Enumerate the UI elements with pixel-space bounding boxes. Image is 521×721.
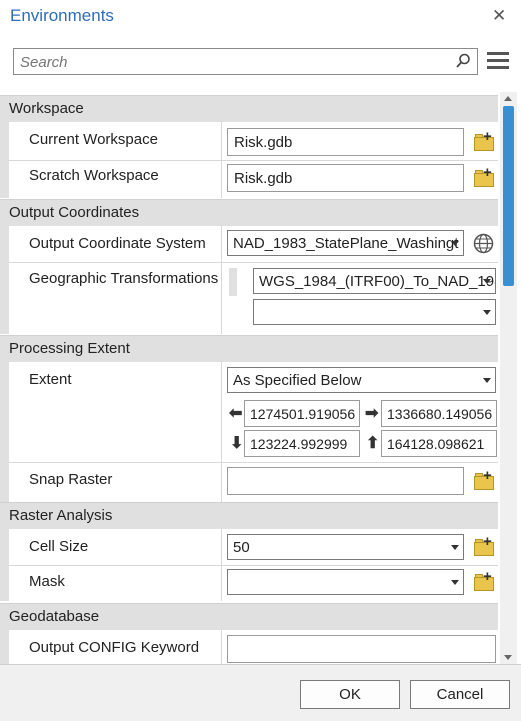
scroll-down-icon[interactable]	[504, 655, 512, 660]
chevron-down-icon	[451, 545, 459, 550]
output-config-keyword-field[interactable]	[227, 635, 496, 663]
chevron-down-icon	[451, 580, 459, 585]
section-title: Raster Analysis	[9, 507, 113, 524]
chevron-down-icon	[451, 241, 459, 246]
extent-top-field[interactable]: 164128.098621	[381, 430, 497, 457]
chevron-down-icon	[483, 279, 491, 284]
menu-icon[interactable]	[487, 52, 509, 72]
section-output-coordinates[interactable]: Output Coordinates	[0, 199, 498, 226]
section-geodatabase[interactable]: Geodatabase	[0, 603, 498, 630]
arrow-right-icon: ➡	[365, 405, 379, 422]
mask-label: Mask	[29, 573, 65, 590]
search-input[interactable]	[20, 52, 450, 72]
scrollbar-thumb[interactable]	[503, 106, 514, 286]
section-title: Geodatabase	[9, 608, 100, 625]
extent-label: Extent	[29, 371, 72, 388]
chevron-down-icon	[483, 310, 491, 315]
section-title: Processing Extent	[9, 340, 130, 357]
search-icon[interactable]	[455, 53, 471, 69]
title-bar: Environments ✕	[0, 0, 521, 34]
output-coordinate-system-label: Output Coordinate System	[29, 235, 206, 252]
section-title: Output Coordinates	[9, 204, 140, 221]
current-workspace-label: Current Workspace	[29, 131, 158, 148]
extent-left-field[interactable]: 1274501.919056	[244, 400, 360, 427]
window-title: Environments	[10, 6, 114, 25]
geographic-transformation-dropdown[interactable]: WGS_1984_(ITRF00)_To_NAD_198	[253, 268, 496, 294]
geographic-transformation-dropdown-empty[interactable]	[253, 299, 496, 325]
close-icon[interactable]: ✕	[492, 6, 506, 26]
search-box[interactable]	[13, 48, 478, 75]
arrow-up-icon: ⬆	[366, 435, 380, 452]
ok-button[interactable]: OK	[300, 680, 400, 709]
vertical-scrollbar[interactable]	[500, 92, 517, 664]
scratch-workspace-label: Scratch Workspace	[29, 167, 159, 184]
output-coordinate-system-dropdown[interactable]: NAD_1983_StatePlane_Washingt	[227, 230, 464, 256]
browse-folder-icon[interactable]: +	[474, 165, 494, 187]
section-processing-extent[interactable]: Processing Extent	[0, 335, 498, 362]
globe-icon[interactable]	[473, 233, 494, 254]
scratch-workspace-field[interactable]: Risk.gdb	[227, 164, 464, 192]
snap-raster-field[interactable]	[227, 467, 464, 495]
cell-size-label: Cell Size	[29, 538, 89, 555]
arrow-left-icon: ⬅	[229, 405, 243, 422]
mask-dropdown[interactable]	[227, 569, 464, 595]
section-raster-analysis[interactable]: Raster Analysis	[0, 502, 498, 529]
geographic-transformations-label: Geographic Transformations	[29, 270, 219, 287]
extent-dropdown[interactable]: As Specified Below	[227, 367, 496, 393]
section-workspace[interactable]: Workspace	[0, 95, 498, 122]
environments-panel: Workspace Current Workspace Risk.gdb + S…	[0, 92, 498, 664]
section-title: Workspace	[9, 100, 84, 117]
arrow-down-icon: ⬇	[230, 435, 244, 452]
browse-folder-icon[interactable]: +	[474, 129, 494, 151]
scroll-up-icon[interactable]	[504, 96, 512, 101]
browse-folder-icon[interactable]: +	[474, 534, 494, 556]
cell-size-dropdown[interactable]: 50	[227, 534, 464, 560]
extent-right-field[interactable]: 1336680.149056	[381, 400, 497, 427]
current-workspace-field[interactable]: Risk.gdb	[227, 128, 464, 156]
browse-folder-icon[interactable]: +	[474, 468, 494, 490]
output-config-keyword-label: Output CONFIG Keyword	[29, 639, 200, 656]
chevron-down-icon	[483, 378, 491, 383]
browse-folder-icon[interactable]: +	[474, 569, 494, 591]
cancel-button[interactable]: Cancel	[410, 680, 510, 709]
snap-raster-label: Snap Raster	[29, 471, 113, 488]
extent-bottom-field[interactable]: 123224.992999	[244, 430, 360, 457]
